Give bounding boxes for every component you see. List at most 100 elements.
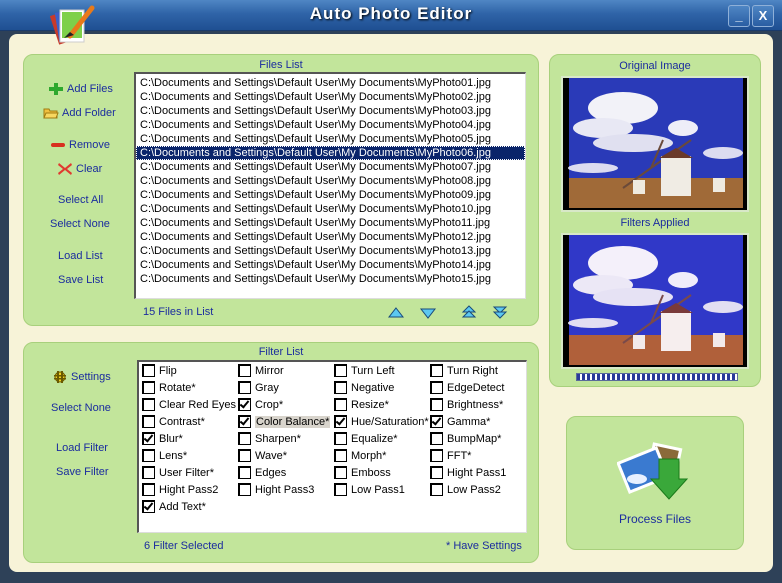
checkbox[interactable] [142,499,155,513]
filter-checkbox-item[interactable]: Mirror [238,363,284,379]
process-files-button[interactable]: Process Files [566,416,744,550]
save-filter-button[interactable]: Save Filter [56,466,109,478]
checkbox[interactable] [334,431,347,445]
filter-checkbox-item[interactable]: Contrast* [142,414,205,430]
checkbox[interactable] [238,363,251,377]
load-list-button[interactable]: Load List [58,250,103,262]
checkbox[interactable] [334,482,347,496]
filter-checkbox-item[interactable]: EdgeDetect [430,380,504,396]
file-list-item[interactable]: C:\Documents and Settings\Default User\M… [136,146,525,160]
checkbox[interactable] [238,380,251,394]
checkbox[interactable] [430,380,443,394]
filter-checkbox-item[interactable]: Turn Right [430,363,498,379]
checkbox[interactable] [142,448,155,462]
load-filter-button[interactable]: Load Filter [56,442,108,454]
filter-checkbox-item[interactable]: Crop* [238,397,283,413]
checkbox[interactable] [238,465,251,479]
filter-checkbox-item[interactable]: Resize* [334,397,389,413]
checkbox[interactable] [238,482,251,496]
checkbox[interactable] [334,363,347,377]
select-all-files-button[interactable]: Select All [58,194,103,206]
checkbox[interactable] [334,397,347,411]
minimize-button[interactable]: _ [728,5,750,27]
checkbox[interactable] [430,397,443,411]
checkbox[interactable] [430,465,443,479]
filter-checkbox-item[interactable]: Hight Pass3 [238,482,314,498]
filter-checkbox-item[interactable]: Low Pass2 [430,482,501,498]
filter-checkbox-item[interactable]: Gray [238,380,279,396]
checkbox[interactable] [430,482,443,496]
filter-checkbox-item[interactable]: Hight Pass1 [430,465,506,481]
filter-checkbox-item[interactable]: Color Balance* [238,414,331,430]
file-list-item[interactable]: C:\Documents and Settings\Default User\M… [136,160,525,174]
files-listbox[interactable]: C:\Documents and Settings\Default User\M… [134,72,526,299]
checkbox[interactable] [142,431,155,445]
filter-checkbox-item[interactable]: Equalize* [334,431,397,447]
file-list-item[interactable]: C:\Documents and Settings\Default User\M… [136,104,525,118]
checkbox[interactable] [238,431,251,445]
filter-checkbox-item[interactable]: Sharpen* [238,431,301,447]
move-to-top-icon[interactable] [460,305,478,319]
checkbox[interactable] [334,448,347,462]
file-list-item[interactable]: C:\Documents and Settings\Default User\M… [136,90,525,104]
add-folder-button[interactable]: Add Folder [43,106,116,120]
checkbox[interactable] [142,465,155,479]
filter-checkbox-item[interactable]: Emboss [334,465,391,481]
move-down-icon[interactable] [419,306,437,320]
checkbox[interactable] [334,414,347,428]
checkbox[interactable] [430,414,443,428]
file-list-item[interactable]: C:\Documents and Settings\Default User\M… [136,230,525,244]
filter-checkbox-item[interactable]: Edges [238,465,286,481]
filter-checkbox-item[interactable]: BumpMap* [430,431,501,447]
close-button[interactable]: X [752,5,774,27]
remove-button[interactable]: Remove [50,138,110,152]
save-list-button[interactable]: Save List [58,274,103,286]
checkbox[interactable] [142,363,155,377]
checkbox[interactable] [430,363,443,377]
checkbox[interactable] [430,448,443,462]
checkbox[interactable] [142,397,155,411]
filter-checkbox-item[interactable]: Brightness* [430,397,503,413]
file-list-item[interactable]: C:\Documents and Settings\Default User\M… [136,216,525,230]
filter-checkbox-item[interactable]: Low Pass1 [334,482,405,498]
checkbox[interactable] [334,465,347,479]
clear-button[interactable]: Clear [57,162,102,176]
file-list-item[interactable]: C:\Documents and Settings\Default User\M… [136,118,525,132]
filter-settings-button[interactable]: Settings [52,370,111,384]
filter-checkbox-item[interactable]: Hight Pass2 [142,482,218,498]
filter-checkbox-item[interactable]: Wave* [238,448,287,464]
file-list-item[interactable]: C:\Documents and Settings\Default User\M… [136,174,525,188]
filter-checkbox-item[interactable]: Flip [142,363,177,379]
file-list-item[interactable]: C:\Documents and Settings\Default User\M… [136,258,525,272]
checkbox[interactable] [334,380,347,394]
filter-checkbox-item[interactable]: Lens* [142,448,187,464]
checkbox[interactable] [430,431,443,445]
checkbox[interactable] [142,482,155,496]
move-up-icon[interactable] [387,306,405,320]
filter-checkbox-item[interactable]: Turn Left [334,363,395,379]
select-none-filters-button[interactable]: Select None [51,402,111,414]
filter-checkbox-item[interactable]: User Filter* [142,465,214,481]
file-list-item[interactable]: C:\Documents and Settings\Default User\M… [136,76,525,90]
filter-checkbox-item[interactable]: Rotate* [142,380,196,396]
checkbox[interactable] [238,414,251,428]
filter-checkbox-item[interactable]: Add Text* [142,499,206,515]
file-list-item[interactable]: C:\Documents and Settings\Default User\M… [136,244,525,258]
filter-checkbox-item[interactable]: Hue/Saturation* [334,414,429,430]
filter-checkbox-item[interactable]: FFT* [430,448,471,464]
filter-checkbox-item[interactable]: Morph* [334,448,386,464]
file-list-item[interactable]: C:\Documents and Settings\Default User\M… [136,188,525,202]
move-to-bottom-icon[interactable] [491,305,509,319]
add-files-button[interactable]: Add Files [48,82,113,96]
checkbox[interactable] [238,397,251,411]
filter-checkbox-item[interactable]: Blur* [142,431,183,447]
select-none-files-button[interactable]: Select None [50,218,110,230]
filter-checkbox-item[interactable]: Gamma* [430,414,490,430]
file-list-item[interactable]: C:\Documents and Settings\Default User\M… [136,132,525,146]
filter-checkbox-item[interactable]: Negative [334,380,394,396]
file-list-item[interactable]: C:\Documents and Settings\Default User\M… [136,272,525,286]
filter-checkbox-item[interactable]: Clear Red Eyes [142,397,236,413]
checkbox[interactable] [142,414,155,428]
checkbox[interactable] [142,380,155,394]
checkbox[interactable] [238,448,251,462]
